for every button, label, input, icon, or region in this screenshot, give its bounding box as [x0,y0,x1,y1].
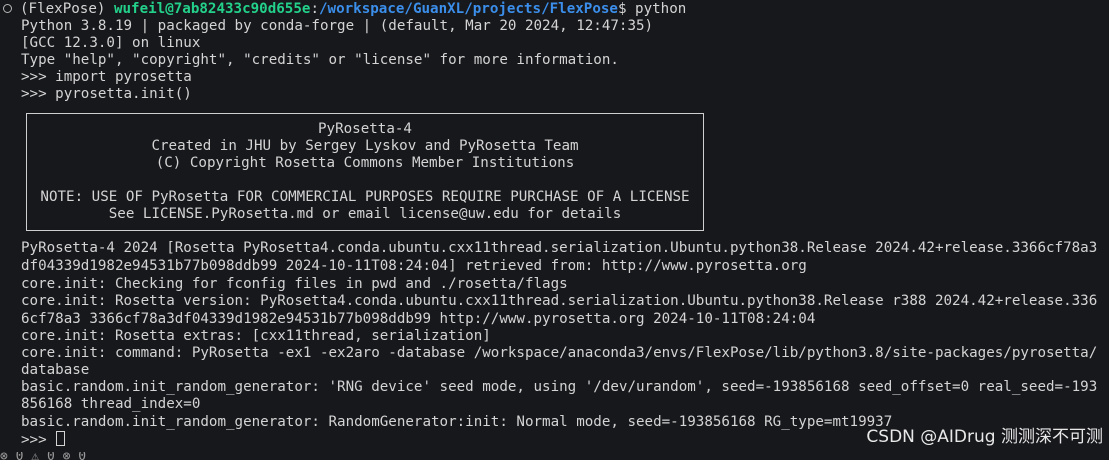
log-line: database [21,362,90,378]
license-line: Created in JHU by Sergey Lyskov and PyRo… [151,138,579,154]
license-line: See LICENSE.PyRosetta.md or email licens… [108,206,622,222]
output-line: Type "help", "copyright", "credits" or "… [21,52,619,68]
conda-env: (FlexPose) [20,1,114,17]
python-prompt: >>> [21,432,56,448]
output-line: >>> pyrosetta.init() [21,86,192,102]
log-line: 6cf78a3 3366cf78a3df04339d1982e94531b77b… [21,311,816,327]
user-host: wufeil@7ab82433c90d655e [113,1,311,17]
working-directory: /workspace/GuanXL/projects/FlexPose [318,1,618,17]
log-line: core.init: Rosetta version: PyRosetta4.c… [21,293,1098,309]
log-line: PyRosetta-4 2024 [Rosetta PyRosetta4.con… [21,240,1098,256]
log-line: core.init: command: PyRosetta -ex1 -ex2a… [21,345,1098,361]
output-line: Python 3.8.19 | packaged by conda-forge … [21,18,654,34]
status-bar[interactable]: ⊗ 0 ⚠ 0 ⊗ 0 [0,452,1109,460]
input-prompt-line[interactable]: >>> [21,431,66,448]
prompt-sep: : [310,1,319,17]
license-line: NOTE: USE OF PyRosetta FOR COMMERCIAL PU… [40,189,690,205]
log-line: basic.random.init_random_generator: Rand… [21,414,893,430]
watermark: CSDN @AIDrug 测测深不可测 [866,427,1103,447]
log-line: core.init: Checking for fconfig files in… [21,276,568,292]
shell-prompt-line: (FlexPose) wufeil@7ab82433c90d655e:/work… [20,1,686,18]
output-line: >>> import pyrosetta [21,69,192,85]
license-line: PyRosetta-4 [318,121,412,137]
output-line: [GCC 12.3.0] on linux [21,35,201,51]
problems-counter[interactable]: ⊗ 0 ⚠ 0 ⊗ 0 [0,452,86,460]
log-line: core.init: Rosetta extras: [cxx11thread,… [21,328,491,344]
log-line: df04339d1982e94531b77b098ddb99 2024-10-1… [21,258,807,274]
license-line: (C) Copyright Rosetta Commons Member Ins… [155,155,575,171]
text-cursor[interactable] [56,431,66,446]
shell-command: $ python [617,1,687,17]
license-line [27,172,703,189]
license-box: PyRosetta-4 Created in JHU by Sergey Lys… [26,113,704,231]
log-line: basic.random.init_random_generator: 'RNG… [21,379,1098,395]
status-circle-icon [3,4,12,13]
log-line: 856168 thread_index=0 [21,396,201,412]
